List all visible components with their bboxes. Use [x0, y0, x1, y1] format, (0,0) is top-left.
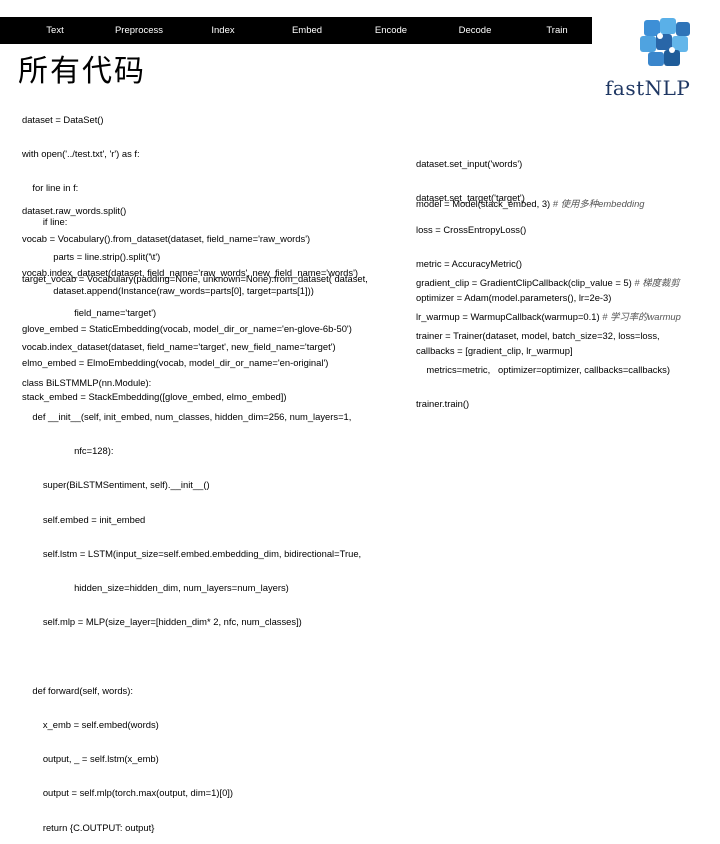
- code-line: self.embed = init_embed: [22, 513, 146, 525]
- code-line: metrics=metric, optimizer=optimizer, cal…: [416, 364, 670, 376]
- code-line: glove_embed = StaticEmbedding(vocab, mod…: [22, 322, 352, 334]
- model-class-block: class BiLSTMMLP(nn.Module): def __init__…: [22, 354, 361, 844]
- code-line: dataset = DataSet(): [22, 113, 104, 125]
- code-line: def forward(self, words):: [22, 684, 133, 696]
- code-line: super(BiLSTMSentiment, self).__init__(): [22, 479, 210, 491]
- code-line: with open('../test.txt', 'r') as f:: [22, 148, 140, 160]
- code-line: vocab = Vocabulary().from_dataset(datase…: [22, 232, 311, 244]
- nav-item-train[interactable]: Train: [522, 17, 592, 44]
- fastnlp-logo-text: fastNLP: [605, 76, 691, 100]
- nav-item-encode[interactable]: Encode: [356, 17, 426, 44]
- code-line: hidden_size=hidden_dim, num_layers=num_l…: [22, 582, 289, 594]
- code-line: self.lstm = LSTM(input_size=self.embed.e…: [22, 547, 362, 559]
- code-line: class BiLSTMMLP(nn.Module):: [22, 376, 152, 388]
- nav-item-embed[interactable]: Embed: [273, 17, 341, 44]
- nav-item-decode[interactable]: Decode: [440, 17, 510, 44]
- nav-item-preprocess[interactable]: Preprocess: [103, 17, 175, 44]
- code-comment: # 梯度裁剪: [634, 276, 680, 288]
- trainer-block: trainer = Trainer(dataset, model, batch_…: [416, 307, 670, 421]
- nav-item-text[interactable]: Text: [20, 17, 90, 44]
- page-title: 所有代码: [18, 54, 146, 89]
- code-line: def __init__(self, init_embed, num_class…: [22, 411, 352, 423]
- code-line: nfc=128):: [22, 445, 114, 457]
- nav-item-index[interactable]: Index: [190, 17, 256, 44]
- code-line: gradient_clip = GradientClipCallback(cli…: [416, 277, 681, 288]
- code-line: output = self.mlp(torch.max(output, dim=…: [22, 787, 234, 799]
- code-line: x_emb = self.embed(words): [22, 718, 159, 730]
- code-line: trainer.train(): [416, 398, 470, 410]
- pipeline-nav: Text Preprocess Index Embed Encode Decod…: [0, 0, 592, 58]
- code-text: gradient_clip = GradientClipCallback(cli…: [416, 276, 632, 288]
- code-line: trainer = Trainer(dataset, model, batch_…: [416, 329, 660, 341]
- code-line: self.mlp = MLP(size_layer=[hidden_dim* 2…: [22, 616, 302, 628]
- code-line: target_vocab = Vocabulary(padding=None, …: [22, 272, 368, 284]
- code-line: output, _ = self.lstm(x_emb): [22, 753, 159, 765]
- code-line: return {C.OUTPUT: output}: [22, 821, 155, 833]
- code-line: loss = CrossEntropyLoss(): [416, 223, 527, 235]
- code-line: dataset.set_input('words'): [416, 157, 523, 169]
